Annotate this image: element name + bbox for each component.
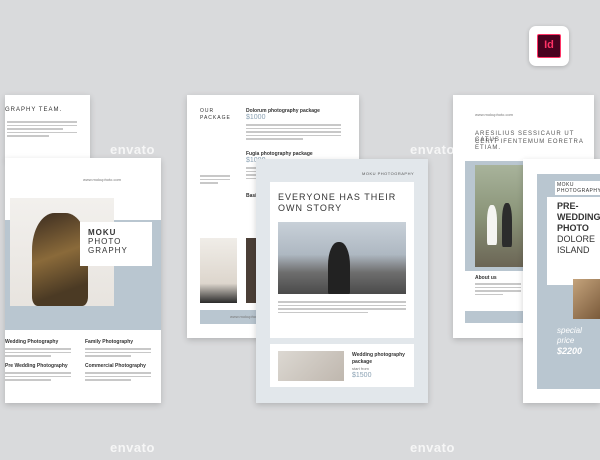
section-title-2: PACKAGE <box>200 115 231 121</box>
service-1: Wedding Photography <box>5 339 59 345</box>
bride-figure <box>487 205 497 245</box>
watermark-2: envato <box>410 142 455 157</box>
card-title-2: package <box>352 359 373 365</box>
watermark-3: envato <box>110 440 155 455</box>
story-text <box>278 301 406 315</box>
brochure-page-prewedding: MOKU PHOTOGRAPHY PRE- WEDDING PHOTO DOLO… <box>523 159 600 403</box>
headline-2: WEDDING <box>557 212 600 222</box>
card-price: $1500 <box>352 372 372 379</box>
headline-2: OWN STORY <box>278 203 343 213</box>
watermark-4: envato <box>410 440 455 455</box>
headline-3: PHOTO <box>557 223 589 233</box>
photo-white-shirt <box>200 238 237 303</box>
title-line-1: MOKU <box>88 228 117 237</box>
service-4: Commercial Photography <box>85 363 146 369</box>
website-text: www.mokuphoto.com <box>475 112 514 117</box>
watermark-1: envato <box>110 142 155 157</box>
special-1: special <box>557 326 582 335</box>
headline-4: DOLORE <box>557 234 596 244</box>
package-card: Wedding photography package start from $… <box>270 344 414 387</box>
groom-figure <box>502 203 512 247</box>
website-text: www.mokuphoto.com <box>83 177 122 182</box>
brochure-page-left: GRAPHY TEAM. <box>5 95 90 160</box>
service-3: Pre Wedding Photography <box>5 363 68 369</box>
headline-5: ISLAND <box>557 245 590 255</box>
package-1-list <box>246 124 341 142</box>
special-2: price <box>557 336 575 345</box>
card-photo <box>278 351 344 381</box>
quote-line-2: CERIT IFENTEMUM EORETRA ETIAM. <box>475 139 584 151</box>
small-text <box>200 175 230 186</box>
side-photo <box>573 279 600 319</box>
wedding-photo <box>475 165 523 267</box>
brochure-page-moku-cover: www.mokuphoto.com MOKU PHOTO GRAPHY Wedd… <box>5 158 161 403</box>
about-title: About us <box>475 275 497 281</box>
service-text-4 <box>85 372 151 383</box>
page-header: MOKU PHOTOGRAPHY <box>555 181 600 195</box>
about-text <box>475 283 521 297</box>
city-photo <box>278 222 406 294</box>
body-text-block <box>7 121 77 139</box>
service-text-3 <box>5 372 71 383</box>
page-header: MOKU PHOTOGRAPHY <box>362 171 415 176</box>
service-text-1 <box>5 348 71 359</box>
service-text-2 <box>85 348 151 359</box>
service-2: Family Photography <box>85 339 134 345</box>
headline-1: PRE- <box>557 201 579 211</box>
special-price: $2200 <box>557 346 583 356</box>
person-figure <box>328 242 350 294</box>
indesign-icon: Id <box>537 34 561 58</box>
page-header: GRAPHY TEAM. <box>5 107 63 113</box>
card-title-1: Wedding photography <box>352 352 405 358</box>
title-box: MOKU PHOTO GRAPHY <box>80 222 152 266</box>
title-line-3: GRAPHY <box>88 246 128 255</box>
headline-1: EVERYONE HAS THEIR <box>278 192 397 202</box>
indesign-badge: Id <box>529 26 569 66</box>
section-title-1: OUR <box>200 108 215 114</box>
brochure-page-story: MOKU PHOTOGRAPHY EVERYONE HAS THEIR OWN … <box>256 159 428 403</box>
package-1-price: $1000 <box>246 114 266 121</box>
title-line-2: PHOTO <box>88 237 122 246</box>
